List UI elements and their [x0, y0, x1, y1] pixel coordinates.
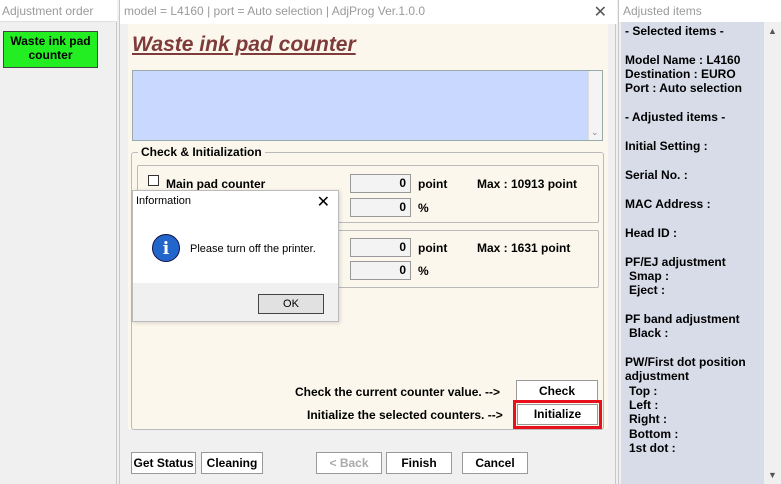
initialize-prompt: Initialize the selected counters. --> [307, 408, 503, 422]
dialog-title: Information [136, 195, 192, 207]
dialog-message: Please turn off the printer. [190, 243, 316, 255]
chevron-up-icon[interactable]: ▲ [768, 26, 777, 36]
adjustment-line: adjustment [625, 369, 690, 383]
initialize-highlight: Initialize [513, 400, 602, 429]
main-pad-point-field: 0 [350, 174, 411, 193]
waste-ink-button-line2: counter [28, 48, 73, 62]
pw-first-dot-line: PW/First dot position [625, 355, 746, 369]
port-line: Port : Auto selection [625, 81, 742, 95]
adjusted-items-window: Adjusted items - Selected items - Model … [618, 0, 781, 484]
check-prompt: Check the current counter value. --> [295, 385, 501, 399]
adjusted-items-list: - Selected items - Model Name : L4160 De… [621, 22, 763, 484]
second-pad-percent-unit: % [418, 264, 429, 278]
right-line: Right : [629, 412, 667, 426]
description-scrollbar[interactable]: ⌄ [588, 71, 602, 140]
initial-setting-line: Initial Setting : [625, 139, 708, 153]
head-id-line: Head ID : [625, 226, 678, 240]
main-pad-label: Main pad counter [166, 177, 266, 191]
chevron-down-icon[interactable]: ▼ [768, 470, 777, 480]
page-title: Waste ink pad counter [132, 33, 356, 56]
pfej-adjustment-line: PF/EJ adjustment [625, 255, 726, 269]
initialize-button[interactable]: Initialize [517, 404, 598, 425]
adjustment-order-window: Adjustment order Waste ink pad counter [0, 0, 117, 484]
smap-line: Smap : [629, 269, 670, 283]
ok-button[interactable]: OK [258, 294, 324, 314]
adjusted-items-title: Adjusted items [619, 0, 781, 22]
main-pad-max: Max : 10913 point [477, 177, 578, 191]
adjustment-order-title: Adjustment order [0, 0, 117, 22]
adjusted-items-scrollbar[interactable]: ▲ ▼ [763, 22, 781, 484]
second-pad-max: Max : 1631 point [477, 241, 571, 255]
left-line: Left : [629, 398, 659, 412]
second-pad-point-unit: point [418, 241, 448, 255]
second-pad-point-field: 0 [350, 238, 411, 257]
serial-no-line: Serial No. : [625, 168, 688, 182]
main-pad-checkbox[interactable] [148, 175, 159, 186]
main-pad-percent-field: 0 [350, 198, 411, 217]
bottom-line: Bottom : [629, 427, 679, 441]
destination-line: Destination : EURO [625, 67, 736, 81]
dialog-footer: OK [133, 283, 338, 321]
information-dialog: Information ✕ i Please turn off the prin… [132, 190, 339, 322]
close-icon[interactable]: ✕ [594, 2, 607, 21]
back-button[interactable]: < Back [316, 452, 382, 474]
main-window-title: model = L4160 | port = Auto selection | … [120, 0, 617, 24]
mac-address-line: MAC Address : [625, 197, 711, 211]
get-status-button[interactable]: Get Status [131, 452, 196, 474]
description-box: ⌄ [132, 70, 603, 141]
finish-button[interactable]: Finish [386, 452, 452, 474]
black-line: Black : [629, 326, 669, 340]
chevron-down-icon[interactable]: ⌄ [591, 127, 599, 138]
top-line: Top : [629, 384, 658, 398]
adjusted-items-header: - Adjusted items - [625, 110, 726, 124]
pf-band-adjustment-line: PF band adjustment [625, 312, 740, 326]
waste-ink-pad-counter-button[interactable]: Waste ink pad counter [3, 31, 98, 68]
check-button[interactable]: Check [516, 380, 598, 402]
first-dot-line: 1st dot : [629, 441, 676, 455]
model-name-line: Model Name : L4160 [625, 53, 741, 67]
cancel-button[interactable]: Cancel [462, 452, 528, 474]
dialog-close-icon[interactable]: ✕ [317, 192, 330, 211]
second-pad-percent-field: 0 [350, 261, 411, 280]
main-pad-point-unit: point [418, 177, 448, 191]
check-group-label: Check & Initialization [138, 145, 265, 159]
main-pad-percent-unit: % [418, 201, 429, 215]
selected-items-header: - Selected items - [625, 24, 724, 38]
eject-line: Eject : [629, 283, 666, 297]
info-icon: i [152, 234, 180, 262]
waste-ink-button-line1: Waste ink pad [10, 34, 91, 48]
cleaning-button[interactable]: Cleaning [201, 452, 263, 474]
